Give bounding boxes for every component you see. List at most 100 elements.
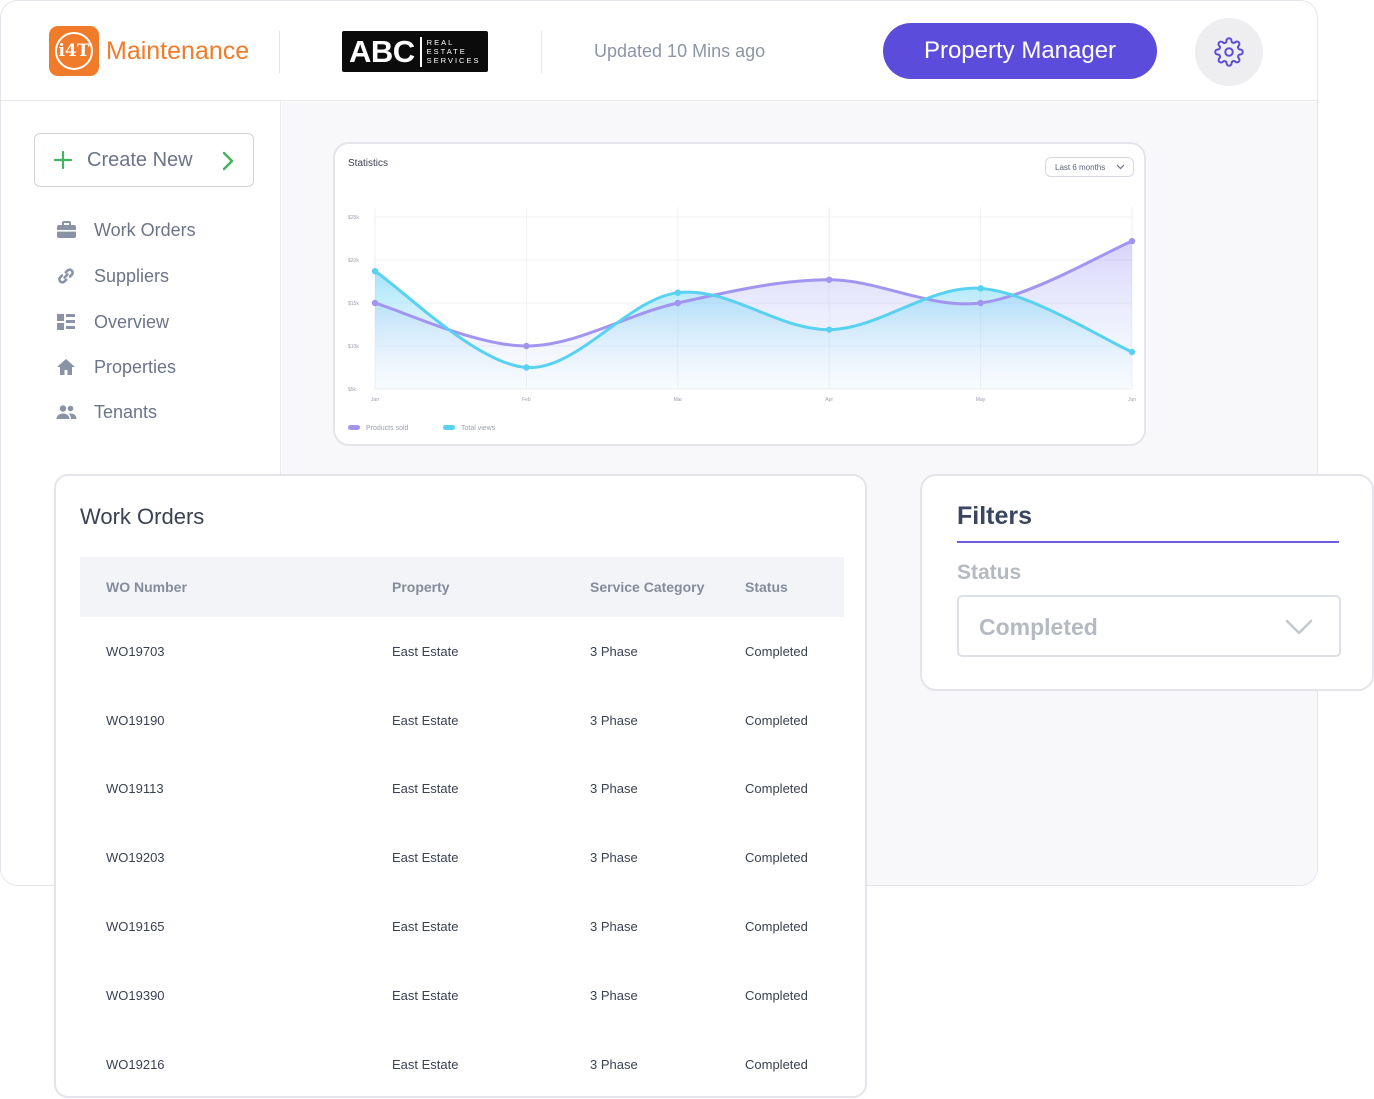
wo-number-cell: WO19190 xyxy=(106,712,165,728)
data-point xyxy=(371,299,379,307)
sidebar-item-label: Tenants xyxy=(94,401,158,422)
data-point xyxy=(674,299,681,307)
property-cell: East Estate xyxy=(392,919,459,935)
table-row[interactable]: WO19113 East Estate 3 Phase Completed xyxy=(80,755,844,824)
create-new-label: Create New xyxy=(87,148,193,171)
plus-icon xyxy=(53,150,73,170)
x-tick-label: Jan xyxy=(371,397,379,403)
wo-number-cell: WO19165 xyxy=(106,919,165,935)
service-category-cell: 3 Phase xyxy=(590,919,638,935)
table-row[interactable]: WO19703 East Estate 3 Phase Completed xyxy=(80,617,844,686)
x-tick-label: Jun xyxy=(1128,397,1136,403)
work-orders-table: WO Number Property Service Category Stat… xyxy=(80,557,844,1099)
chevron-down-icon xyxy=(1285,619,1313,635)
wo-number-cell: WO19703 xyxy=(106,643,165,659)
settings-button[interactable] xyxy=(1195,18,1263,86)
table-row[interactable]: WO19203 East Estate 3 Phase Completed xyxy=(80,823,844,892)
data-point xyxy=(977,299,984,307)
link-icon xyxy=(58,268,74,284)
home-icon xyxy=(57,359,75,375)
data-point xyxy=(371,267,379,275)
table-header-row: WO Number Property Service Category Stat… xyxy=(80,557,844,617)
brand-mark: i4T xyxy=(55,32,93,70)
create-new-button[interactable]: Create New xyxy=(34,133,254,187)
y-tick-label: $25k xyxy=(348,215,359,221)
wo-number-cell: WO19203 xyxy=(106,850,165,866)
column-header-property[interactable]: Property xyxy=(392,557,590,617)
service-category-cell: 3 Phase xyxy=(590,850,638,866)
data-point xyxy=(523,364,530,371)
property-cell: East Estate xyxy=(392,781,459,797)
filters-card: Filters Status Completed xyxy=(920,474,1374,691)
people-icon xyxy=(56,405,76,419)
sidebar-item-properties[interactable]: Properties xyxy=(55,356,176,378)
data-point xyxy=(523,342,530,350)
statistics-card: Statistics Last 6 months $25k $20k $15k $10… xyxy=(333,142,1146,446)
data-point xyxy=(977,285,984,292)
filters-title: Filters xyxy=(957,502,1033,530)
sidebar-item-label: Suppliers xyxy=(94,265,170,286)
briefcase-icon xyxy=(56,221,76,238)
work-orders-title: Work Orders xyxy=(80,504,205,529)
brand-badge-icon: i4T xyxy=(49,26,99,76)
sidebar-item-label: Properties xyxy=(94,356,177,377)
partner-logo: ABC REAL ESTATE SERVICES xyxy=(342,31,488,72)
header-divider xyxy=(541,31,542,73)
y-tick-label: $20k xyxy=(348,258,359,264)
dashboard-icon xyxy=(57,314,75,330)
filters-underline xyxy=(957,541,1339,543)
sidebar-item-label: Work Orders xyxy=(94,219,196,240)
brand-logo[interactable]: i4T Maintenance xyxy=(49,26,249,76)
status-filter-select[interactable]: Completed xyxy=(957,595,1341,657)
legend-swatch xyxy=(443,425,455,430)
wo-number-cell: WO19216 xyxy=(106,1056,165,1072)
property-cell: East Estate xyxy=(392,987,459,1003)
y-tick-label: $10k xyxy=(348,344,359,350)
status-cell: Completed xyxy=(745,712,808,728)
data-point xyxy=(826,276,833,283)
status-cell: Completed xyxy=(745,919,808,935)
property-cell: East Estate xyxy=(392,712,459,728)
x-tick-label: May xyxy=(976,397,986,403)
legend-swatch xyxy=(348,425,360,430)
column-header-wo-number[interactable]: WO Number xyxy=(80,557,392,617)
sidebar-item-label: Overview xyxy=(94,311,170,332)
work-orders-card: Work Orders WO Number Property Service C… xyxy=(54,474,867,1098)
service-category-cell: 3 Phase xyxy=(590,643,638,659)
sidebar-item-overview[interactable]: Overview xyxy=(55,311,169,333)
property-cell: East Estate xyxy=(392,643,459,659)
wo-number-cell: WO19113 xyxy=(106,781,164,797)
column-header-service-category[interactable]: Service Category xyxy=(590,557,745,617)
partner-logo-line: SERVICES xyxy=(426,56,481,65)
column-header-status[interactable]: Status xyxy=(745,557,844,617)
brand-name: Maintenance xyxy=(106,36,250,65)
legend-label: Total views xyxy=(461,425,496,432)
status-cell: Completed xyxy=(745,781,808,797)
property-cell: East Estate xyxy=(392,1056,459,1072)
data-point xyxy=(1128,348,1136,356)
gear-icon xyxy=(1214,37,1244,67)
service-category-cell: 3 Phase xyxy=(590,1056,638,1072)
property-manager-button[interactable]: Property Manager xyxy=(883,23,1157,79)
x-tick-label: Mar xyxy=(673,397,682,403)
table-row[interactable]: WO19390 East Estate 3 Phase Completed xyxy=(80,961,844,1030)
partner-logo-tagline: REAL ESTATE SERVICES xyxy=(427,38,481,65)
y-tick-label: $5k xyxy=(348,387,357,393)
partner-logo-mark: ABC xyxy=(349,33,415,69)
table-row[interactable]: WO19165 East Estate 3 Phase Completed xyxy=(80,892,844,961)
status-cell: Completed xyxy=(745,1056,808,1072)
service-category-cell: 3 Phase xyxy=(590,781,638,797)
partner-logo-divider xyxy=(419,36,422,67)
table-row[interactable]: WO19216 East Estate 3 Phase Completed xyxy=(80,1030,844,1099)
sidebar-item-suppliers[interactable]: Suppliers xyxy=(55,265,169,287)
statistics-chart: $25k $20k $15k $10k $5k Jan Feb Mar Apr May Jun Pro… xyxy=(348,207,1136,432)
sidebar-item-work-orders[interactable]: Work Orders xyxy=(55,219,196,241)
status-cell: Completed xyxy=(745,643,808,659)
chevron-right-icon xyxy=(222,151,234,171)
table-row[interactable]: WO19190 East Estate 3 Phase Completed xyxy=(80,686,844,755)
data-point xyxy=(826,326,833,333)
sidebar-item-tenants[interactable]: Tenants xyxy=(55,401,157,423)
top-bar: i4T Maintenance ABC REAL ESTATE SERVICES… xyxy=(1,1,1317,101)
service-category-cell: 3 Phase xyxy=(590,712,638,728)
header-divider xyxy=(279,31,280,73)
